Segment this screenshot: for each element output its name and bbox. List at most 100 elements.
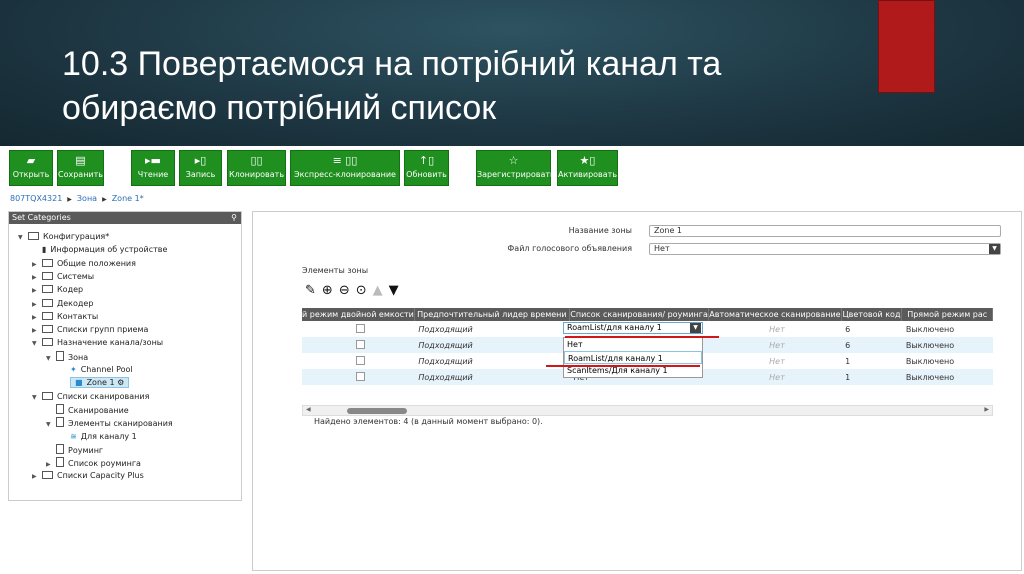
voice-file-select[interactable]: Нет ▼ [649, 243, 1001, 255]
tree-item-label: Сканирование [68, 405, 129, 415]
dropdown-option[interactable]: RoamList/для каналу 1 [564, 351, 702, 364]
chevron-down-icon[interactable]: ▼ [989, 244, 1000, 254]
register-button[interactable]: ☆ Зарегистрировать [476, 150, 555, 186]
expand-right-icon[interactable]: ▶ [46, 459, 56, 471]
tree-item[interactable]: ▼ Зона [46, 350, 89, 365]
horizontal-scrollbar[interactable]: ◀ ▶ [302, 405, 993, 416]
tree-item[interactable]: ▼ Элементы сканирования [46, 417, 173, 431]
zone-elements-label: Элементы зоны [302, 266, 369, 275]
zone-name-input[interactable]: Zone 1 [649, 225, 1001, 237]
folder-icon [42, 391, 53, 400]
tree-item-selected[interactable]: ■ Zone 1 ⚙ [70, 377, 130, 389]
tree-item[interactable]: ≊ Для каналу 1 [60, 431, 137, 443]
tree-item[interactable]: Сканирование [46, 403, 129, 417]
tree-item[interactable]: ▼ Назначение канала/зоны [32, 337, 163, 350]
channel-pool-icon: ✦ [70, 365, 77, 374]
scan-list-select[interactable]: RoamList/для каналу 1 ▼ [563, 322, 703, 334]
tree-item[interactable]: ■ Zone 1 ⚙ [60, 377, 130, 389]
expand-right-icon[interactable]: ▶ [32, 299, 42, 311]
pin-icon[interactable]: ⚲ [231, 212, 237, 224]
express-clone-button[interactable]: ≡ ▯▯ Экспресс-клонирование [290, 150, 400, 186]
save-button[interactable]: ▤ Сохранить [57, 150, 104, 186]
breadcrumb-zone1[interactable]: Zone 1* [112, 194, 144, 203]
checkbox[interactable] [355, 355, 365, 365]
read-icon: ▸▬ [145, 154, 161, 167]
expand-right-icon[interactable]: ▶ [32, 312, 42, 324]
color-code-cell: 6 [845, 324, 851, 334]
write-button[interactable]: ▸▯ Запись [179, 150, 222, 186]
expand-down-icon[interactable]: ▼ [46, 353, 56, 365]
document-icon [56, 403, 64, 414]
edit-icon[interactable]: ✎ [305, 283, 322, 298]
folder-icon [42, 338, 53, 347]
color-code-cell: 6 [841, 337, 902, 353]
tree-item[interactable]: ▮ Информация об устройстве [32, 244, 167, 256]
clone-button[interactable]: ▯▯ Клонировать [227, 150, 286, 186]
tree-item[interactable]: ▶ Общие положения [32, 258, 136, 271]
expand-down-icon[interactable]: ▼ [32, 338, 42, 350]
auto-scan-cell: Нет [708, 369, 842, 385]
tree-item[interactable]: ▶ Декодер [32, 298, 93, 311]
checkbox[interactable] [355, 323, 365, 333]
tree-item-label: Информация об устройстве [50, 245, 168, 255]
red-underline [546, 365, 700, 367]
col-header[interactable]: Прямой режим рас [901, 308, 993, 321]
scroll-left-icon[interactable]: ◀ [306, 406, 311, 413]
remove-icon[interactable]: ⊖ [339, 283, 356, 298]
tree-item-label: Общие положения [57, 258, 136, 268]
dropdown-option[interactable]: Нет [564, 338, 702, 351]
activate-label: Активировать [558, 170, 618, 179]
scrollbar-thumb[interactable] [347, 408, 407, 414]
chevron-down-icon[interactable]: ▼ [690, 323, 701, 333]
tree-item-label: Зона [68, 352, 89, 362]
checkbox[interactable] [355, 371, 365, 381]
folder-icon [42, 298, 53, 307]
document-icon [56, 443, 64, 454]
col-header[interactable]: Автоматическое сканирование [708, 308, 842, 321]
tree-item[interactable]: ▶ Список роуминга [46, 457, 141, 471]
tree-item[interactable]: Роуминг [46, 443, 103, 457]
checkbox[interactable] [355, 339, 365, 349]
expand-right-icon[interactable]: ▶ [32, 259, 42, 271]
dual-capacity-cell [302, 369, 415, 385]
expand-down-icon[interactable]: ▼ [32, 392, 42, 404]
folder-icon: ▰ [26, 154, 36, 167]
tree-item[interactable]: ▼ Конфигурация* [18, 231, 109, 244]
tree-item[interactable]: ▶ Контакты [32, 311, 98, 324]
expand-right-icon[interactable]: ▶ [32, 285, 42, 297]
tree-item[interactable]: ▶ Системы [32, 271, 94, 284]
document-icon [56, 417, 64, 428]
col-header[interactable]: Предпочтительный лидер времени [414, 308, 570, 321]
tree-item-label: Список роуминга [68, 459, 141, 469]
scroll-right-icon[interactable]: ▶ [984, 406, 989, 413]
expand-down-icon[interactable]: ▼ [18, 232, 28, 244]
gear-icon[interactable]: ⚙ [115, 378, 124, 387]
update-button[interactable]: ↑▯ Обновить [404, 150, 449, 186]
slide-title: 10.3 Повертаємося на потрібний канал та о… [62, 42, 721, 130]
tree-item[interactable]: ✦ Channel Pool [60, 364, 133, 376]
expand-down-icon[interactable]: ▼ [46, 419, 56, 431]
col-header[interactable]: й режим двойной емкости [302, 308, 415, 321]
tree-item[interactable]: ▶ Списки групп приема [32, 324, 148, 337]
activate-button[interactable]: ★▯ Активировать [557, 150, 618, 186]
move-down-icon[interactable]: ▼ [389, 283, 405, 298]
add-icon[interactable]: ⊕ [322, 283, 339, 298]
tree-item[interactable]: ▶ Кодер [32, 284, 83, 297]
col-header[interactable]: Список сканирования/ роуминга [569, 308, 710, 321]
read-button[interactable]: ▸▬ Чтение [131, 150, 175, 186]
open-button[interactable]: ▰ Открыть [9, 150, 53, 186]
expand-right-icon[interactable]: ▶ [32, 471, 42, 483]
breadcrumb-zone[interactable]: Зона [77, 194, 97, 203]
folder-icon [42, 311, 53, 320]
more-icon[interactable]: ⊙ [356, 283, 373, 298]
move-up-icon[interactable]: ▲ [373, 283, 389, 298]
tree-item[interactable]: ▼ Списки сканирования [32, 391, 149, 404]
open-label: Открыть [12, 170, 50, 179]
breadcrumb-device[interactable]: 807TQX4321 [10, 194, 62, 203]
tree-item[interactable]: ▶ Списки Capacity Plus [32, 470, 144, 483]
expand-right-icon[interactable]: ▶ [32, 325, 42, 337]
expand-right-icon[interactable]: ▶ [32, 272, 42, 284]
auto-scan-cell: Нет [769, 324, 785, 334]
col-header[interactable]: Цветовой код [841, 308, 903, 321]
elements-toolbar: ✎⊕⊖⊙▲▼ [305, 283, 405, 298]
